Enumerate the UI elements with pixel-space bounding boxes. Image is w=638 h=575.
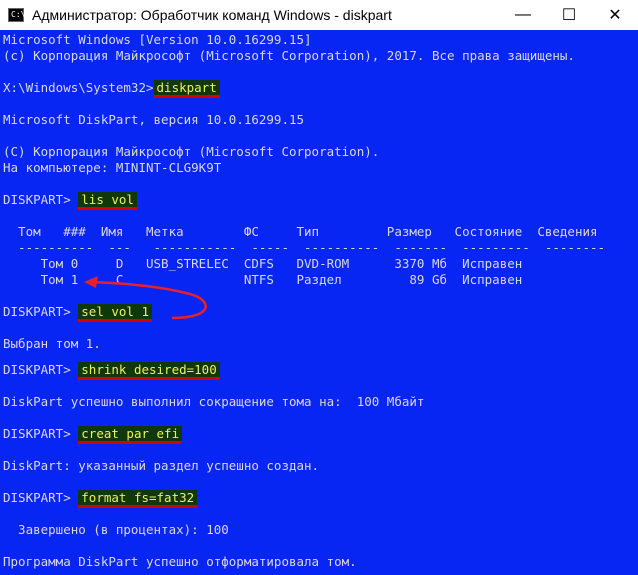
command-sel-vol: sel vol 1: [78, 304, 152, 322]
command-creat-par: creat par efi: [78, 426, 183, 444]
command-format: format fs=fat32: [78, 490, 198, 508]
output-line-7: Программа DiskPart успешно отформатирова…: [3, 554, 357, 569]
console-output[interactable]: Microsoft Windows [Version 10.0.16299.15…: [0, 30, 638, 575]
cmd-window: C:\ Администратор: Обработчик команд Win…: [0, 0, 638, 575]
command-line-6: DISKPART> format fs=fat32: [3, 490, 198, 508]
volume-table-row: Том 1 C NTFS Раздел 89 Gб Исправен: [3, 272, 523, 287]
diskpart-copyright: (C) Корпорация Майкрософт (Microsoft Cor…: [3, 144, 380, 159]
output-line-5: DiskPart: указанный раздел успешно созда…: [3, 458, 320, 473]
prompt: DISKPART>: [3, 490, 79, 505]
close-button[interactable]: ✕: [592, 0, 638, 30]
diskpart-computer: На компьютере: MININT-CLG9K9T: [3, 160, 222, 175]
volume-table-separator: ---------- --- ----------- ----- -------…: [3, 240, 606, 255]
prompt: X:\Windows\System32>: [3, 80, 154, 95]
command-line-5: DISKPART> creat par efi: [3, 426, 183, 444]
output-line-6: Завершено (в процентах): 100: [3, 522, 229, 537]
command-line-3: DISKPART> sel vol 1: [3, 304, 152, 322]
command-line-4: DISKPART> shrink desired=100: [3, 362, 220, 380]
command-shrink: shrink desired=100: [78, 362, 220, 380]
output-line-3: Выбран том 1.: [3, 336, 101, 351]
header-line-1: Microsoft Windows [Version 10.0.16299.15…: [3, 32, 312, 47]
prompt: DISKPART>: [3, 304, 79, 319]
window-title: Администратор: Обработчик команд Windows…: [32, 7, 392, 23]
title-bar[interactable]: C:\ Администратор: Обработчик команд Win…: [0, 0, 638, 30]
minimize-button[interactable]: —: [500, 0, 546, 30]
command-line-2: DISKPART> lis vol: [3, 192, 137, 210]
header-line-2: (c) Корпорация Майкрософт (Microsoft Cor…: [3, 48, 575, 63]
output-line-4: DiskPart успешно выполнил сокращение том…: [3, 394, 425, 409]
diskpart-version: Microsoft DiskPart, версия 10.0.16299.15: [3, 112, 305, 127]
volume-table-header: Том ### Имя Метка ФС Тип Размер Состояни…: [3, 224, 598, 239]
console-app-icon: C:\: [8, 8, 25, 22]
maximize-button[interactable]: ☐: [546, 0, 592, 30]
prompt: DISKPART>: [3, 426, 79, 441]
command-diskpart: diskpart: [153, 80, 220, 98]
command-lis-vol: lis vol: [78, 192, 137, 210]
prompt: DISKPART>: [3, 362, 79, 377]
command-line-1: X:\Windows\System32> diskpart: [3, 80, 220, 98]
prompt: DISKPART>: [3, 192, 79, 207]
volume-table-row: Том 0 D USB_STRELEC CDFS DVD-ROM 3370 Mб…: [3, 256, 523, 271]
